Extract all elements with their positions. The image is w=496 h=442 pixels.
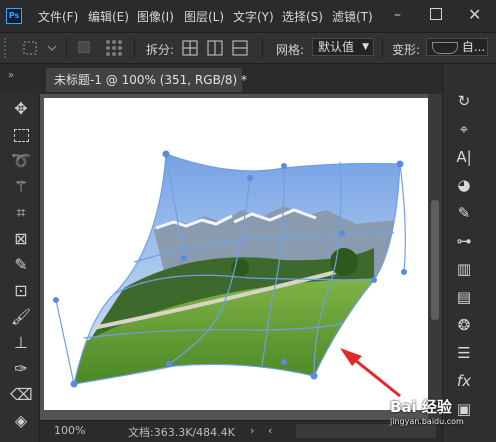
properties-icon[interactable]: ☰ (452, 342, 476, 364)
grid-label: 网格: (276, 43, 305, 57)
split-vertical-icon[interactable] (207, 40, 223, 56)
scroll-left-icon[interactable]: ‹ (268, 424, 272, 437)
menu-layer[interactable]: 图层(L) (184, 8, 224, 25)
minimize-icon[interactable]: – (394, 6, 408, 24)
watermark-url: jingyan.baidu.com (390, 417, 464, 426)
eyedropper-icon[interactable]: ✎ (10, 254, 32, 276)
menu-image[interactable]: 图像(I) (137, 8, 174, 25)
warp-select[interactable]: 自... (426, 38, 488, 56)
warped-image[interactable] (44, 98, 428, 410)
reference-grid-icon[interactable] (104, 38, 124, 58)
lasso-icon[interactable]: ➰ (10, 150, 32, 172)
grip-handle[interactable] (4, 38, 12, 58)
options-bar (0, 32, 496, 64)
close-icon[interactable]: ✕ (468, 5, 484, 25)
fx-icon[interactable]: fx (452, 370, 476, 392)
warp-label: 变形: (392, 43, 421, 57)
split-cross-icon[interactable] (182, 40, 198, 56)
history-brush-icon[interactable]: ✑ (10, 358, 32, 380)
menu-edit[interactable]: 编辑(E) (88, 8, 129, 25)
document-tab-title: 未标题-1 @ 100% (351, RGB/8) * (54, 73, 247, 87)
menu-type[interactable]: 文字(Y) (233, 8, 274, 25)
magic-wand-icon[interactable]: ⚚ (10, 176, 32, 198)
gradient-icon[interactable]: ▥ (452, 258, 476, 280)
channels-icon[interactable]: ❂ (452, 314, 476, 336)
landscape-photo (74, 154, 400, 384)
move-icon[interactable]: ✥ (10, 98, 32, 120)
zoom-level[interactable]: 100% (54, 424, 85, 437)
reference-point-checkbox[interactable] (78, 41, 90, 53)
watermark-logo: Bai 经验 jingyan.baidu.com (390, 396, 494, 426)
frame-icon[interactable]: ⊠ (10, 228, 32, 250)
split-label: 拆分: (146, 43, 175, 57)
menu-filter[interactable]: 滤镜(T) (332, 8, 373, 25)
warp-select-value: 自... (461, 40, 486, 54)
maximize-icon[interactable] (430, 8, 442, 20)
document-info: 文档:363.3K/484.4K (128, 426, 235, 439)
eraser-icon[interactable]: ⌫ (10, 384, 33, 406)
info-menu-icon[interactable]: › (250, 424, 254, 437)
photoshop-logo-icon[interactable]: Ps (6, 8, 22, 24)
watermark-text: Bai 经验 (390, 398, 452, 416)
stamp-icon[interactable]: ⊥ (10, 332, 32, 354)
document-tab[interactable]: 未标题-1 @ 100% (351, RGB/8) * (46, 68, 247, 92)
warp-shape-icon (432, 41, 458, 54)
grid-select[interactable]: 默认值 ▼ (312, 38, 374, 56)
libraries-icon[interactable]: ▤ (452, 286, 476, 308)
character-icon[interactable]: A| (452, 146, 476, 168)
split-horizontal-icon[interactable] (232, 40, 248, 56)
crop-icon[interactable]: ⌗ (10, 202, 32, 224)
history-icon[interactable]: ↻ (452, 90, 476, 112)
annotation-arrow-icon (340, 348, 401, 398)
horizontal-scrollbar[interactable] (296, 424, 436, 438)
menu-file[interactable]: 文件(F) (38, 8, 78, 25)
collapse-toolbar-icon[interactable]: » (8, 70, 14, 81)
bucket-icon[interactable]: ◈ (10, 410, 32, 432)
chevron-down-icon: ▼ (362, 42, 369, 52)
grid-select-value: 默认值 (318, 40, 355, 54)
vertical-scroll-thumb[interactable] (431, 200, 439, 320)
patch-icon[interactable]: ⊡ (10, 280, 32, 302)
brush-icon[interactable]: 🖌 (10, 306, 32, 328)
marquee-icon[interactable] (10, 124, 32, 146)
transform-preset-icon[interactable] (22, 39, 58, 57)
paths-icon[interactable]: ⌖ (452, 118, 476, 140)
brushes-icon[interactable]: ✎ (452, 202, 476, 224)
color-icon[interactable]: ◕ (452, 174, 476, 196)
adjustments-icon[interactable]: ⊶ (452, 230, 476, 252)
menu-select[interactable]: 选择(S) (282, 8, 323, 25)
